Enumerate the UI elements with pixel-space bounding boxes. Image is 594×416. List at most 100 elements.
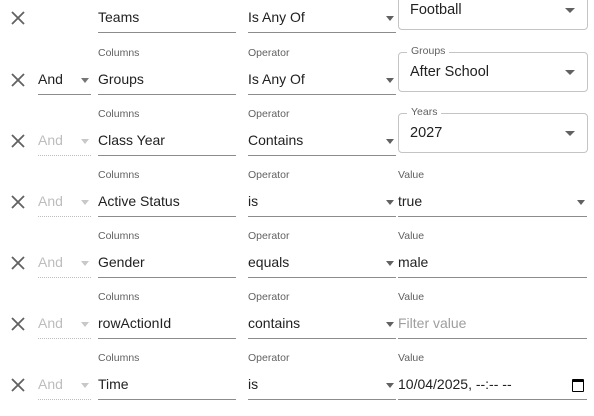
value-select[interactable]: Football xyxy=(398,0,588,30)
filter-row-gender: And Columns Gender Operator equals Value… xyxy=(0,230,594,294)
logic-value: And xyxy=(38,71,63,87)
close-icon xyxy=(11,134,25,148)
dropdown-arrow-icon xyxy=(386,261,394,266)
operator-value: Is Any Of xyxy=(248,71,305,87)
dropdown-arrow-icon xyxy=(577,200,585,205)
delete-filter-button[interactable] xyxy=(10,10,26,26)
column-value: Active Status xyxy=(98,193,180,209)
operator-label: Operator xyxy=(248,352,290,364)
column-value: Teams xyxy=(98,9,140,25)
column-select[interactable]: Teams xyxy=(98,4,236,33)
operator-value: equals xyxy=(248,254,290,270)
close-icon xyxy=(11,378,25,392)
operator-value: is xyxy=(248,376,259,392)
value-input[interactable]: Value Filter value xyxy=(398,291,587,339)
value-input[interactable]: Value male xyxy=(398,230,587,278)
value-text: male xyxy=(398,254,429,270)
value-text: 10/04/2025, --:-- -- xyxy=(398,376,512,392)
operator-value: Is Any Of xyxy=(248,9,305,25)
column-select[interactable]: Columns Class Year xyxy=(98,108,236,156)
datetime-input[interactable]: Value 10/04/2025, --:-- -- xyxy=(398,352,587,400)
close-icon xyxy=(11,317,25,331)
filter-row-time: And Columns Time Operator is Value 10/04… xyxy=(0,352,594,416)
dropdown-arrow-icon xyxy=(81,383,89,388)
operator-select[interactable]: Operator contains xyxy=(248,291,396,339)
logic-operator-select[interactable]: And xyxy=(38,127,91,156)
column-value: rowActionId xyxy=(98,315,172,331)
delete-filter-button[interactable] xyxy=(10,72,26,88)
columns-label: Columns xyxy=(98,352,140,364)
logic-value: And xyxy=(38,315,63,331)
column-value: Gender xyxy=(98,254,145,270)
logic-value: And xyxy=(38,193,63,209)
dropdown-arrow-icon xyxy=(565,8,575,13)
dropdown-arrow-icon xyxy=(386,78,394,83)
operator-value: is xyxy=(248,193,259,209)
filter-row-rowactionid: And Columns rowActionId Operator contain… xyxy=(0,291,594,355)
dropdown-arrow-icon xyxy=(81,322,89,327)
operator-select[interactable]: Operator is xyxy=(248,169,396,217)
logic-operator-select[interactable]: And xyxy=(38,371,91,400)
filter-row-groups: And Columns Groups Operator Is Any Of Gr… xyxy=(0,45,594,111)
logic-value: And xyxy=(38,376,63,392)
filter-row-teams: Teams Is Any Of Football xyxy=(0,0,594,41)
operator-value: Contains xyxy=(248,132,304,148)
filter-row-class-year: And Columns Class Year Operator Contains… xyxy=(0,106,594,172)
columns-label: Columns xyxy=(98,108,140,120)
value-label: Value xyxy=(398,169,425,181)
operator-select[interactable]: Operator equals xyxy=(248,230,396,278)
dropdown-arrow-icon xyxy=(565,131,575,136)
logic-operator-select[interactable]: And xyxy=(38,310,91,339)
calendar-icon[interactable] xyxy=(572,379,584,392)
value-label: Value xyxy=(398,291,425,303)
logic-operator-select[interactable]: And xyxy=(38,249,91,278)
value-select[interactable]: Value true xyxy=(398,169,587,217)
value-placeholder: Filter value xyxy=(398,315,467,331)
value-legend: Years xyxy=(407,106,442,118)
dropdown-arrow-icon xyxy=(81,78,89,83)
logic-operator-select[interactable]: And xyxy=(38,188,91,217)
value-select[interactable]: Years 2027 xyxy=(398,106,588,153)
operator-select[interactable]: Operator is xyxy=(248,352,396,400)
close-icon xyxy=(11,195,25,209)
operator-select[interactable]: Operator Is Any Of xyxy=(248,47,396,95)
column-select[interactable]: Columns Time xyxy=(98,352,236,400)
dropdown-arrow-icon xyxy=(565,70,575,75)
dropdown-arrow-icon xyxy=(386,383,394,388)
dropdown-arrow-icon xyxy=(386,139,394,144)
column-select[interactable]: Columns Groups xyxy=(98,47,236,95)
delete-filter-button[interactable] xyxy=(10,316,26,332)
value-text: Football xyxy=(410,2,462,18)
value-select[interactable]: Groups After School xyxy=(398,45,588,92)
columns-label: Columns xyxy=(98,47,140,59)
logic-operator-select[interactable]: And xyxy=(38,66,91,95)
delete-filter-button[interactable] xyxy=(10,133,26,149)
logic-value: And xyxy=(38,254,63,270)
operator-label: Operator xyxy=(248,291,290,303)
column-select[interactable]: Columns Active Status xyxy=(98,169,236,217)
dropdown-arrow-icon xyxy=(386,200,394,205)
columns-label: Columns xyxy=(98,230,140,242)
close-icon xyxy=(11,256,25,270)
column-value: Class Year xyxy=(98,132,165,148)
columns-label: Columns xyxy=(98,169,140,181)
value-text: true xyxy=(398,193,423,209)
operator-label: Operator xyxy=(248,230,290,242)
column-value: Time xyxy=(98,376,129,392)
close-icon xyxy=(11,11,25,25)
value-label: Value xyxy=(398,230,425,242)
column-select[interactable]: Columns Gender xyxy=(98,230,236,278)
value-text: 2027 xyxy=(410,125,443,141)
delete-filter-button[interactable] xyxy=(10,194,26,210)
columns-label: Columns xyxy=(98,291,140,303)
operator-label: Operator xyxy=(248,47,290,59)
column-select[interactable]: Columns rowActionId xyxy=(98,291,236,339)
dropdown-arrow-icon xyxy=(81,139,89,144)
operator-value: contains xyxy=(248,315,301,331)
operator-label: Operator xyxy=(248,108,290,120)
operator-select[interactable]: Operator Contains xyxy=(248,108,396,156)
value-legend: Groups xyxy=(407,45,450,57)
operator-select[interactable]: Is Any Of xyxy=(248,4,396,33)
delete-filter-button[interactable] xyxy=(10,377,26,393)
delete-filter-button[interactable] xyxy=(10,255,26,271)
